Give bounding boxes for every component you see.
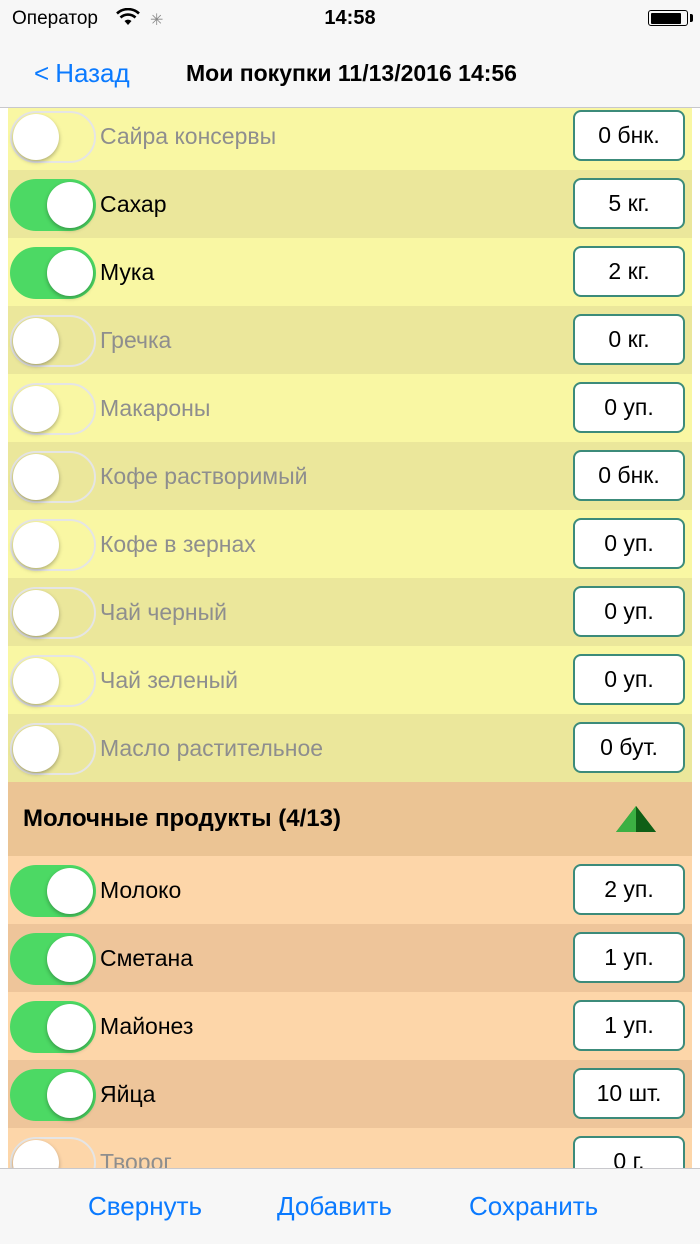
quantity-field[interactable]: 0 уп. [573, 518, 685, 569]
item-label: Чай черный [100, 598, 228, 625]
back-button-label: Назад [55, 58, 130, 88]
quantity-field[interactable]: 2 уп. [573, 864, 685, 915]
toggle-knob [47, 250, 93, 296]
section-title: Молочные продукты (4/13) [23, 805, 341, 832]
toggle-knob [47, 868, 93, 914]
item-label: Молоко [100, 876, 182, 903]
shopping-list[interactable]: Сайра консервы 0 бнк. Сахар 5 кг. Мука 2 кг. Г… [8, 108, 692, 1168]
list-item[interactable]: Сайра консервы 0 бнк. [8, 108, 692, 170]
triangle-up-icon[interactable] [616, 806, 656, 837]
list-item[interactable]: Яйца 10 шт. [8, 1060, 692, 1128]
toggle-knob [13, 1140, 59, 1168]
toggle-knob [13, 454, 59, 500]
quantity-field[interactable]: 2 кг. [573, 246, 685, 297]
item-toggle[interactable] [10, 383, 96, 435]
bottom-toolbar: Свернуть Добавить Сохранить [0, 1168, 700, 1244]
toggle-knob [13, 386, 59, 432]
list-item[interactable]: Творог 0 г. [8, 1128, 692, 1168]
item-label: Гречка [100, 326, 172, 353]
toggle-knob [47, 936, 93, 982]
list-item[interactable]: Мука 2 кг. [8, 238, 692, 306]
collapse-button[interactable]: Свернуть [88, 1191, 202, 1222]
battery-tip [690, 14, 693, 22]
item-label: Мука [100, 258, 155, 285]
item-label: Сметана [100, 944, 194, 971]
add-button[interactable]: Добавить [277, 1191, 392, 1222]
item-label: Кофе растворимый [100, 462, 308, 489]
list-item[interactable]: Чай черный 0 уп. [8, 578, 692, 646]
toggle-knob [13, 522, 59, 568]
list-item[interactable]: Кофе растворимый 0 бнк. [8, 442, 692, 510]
list-item[interactable]: Молоко 2 уп. [8, 856, 692, 924]
list-item[interactable]: Майонез 1 уп. [8, 992, 692, 1060]
section-header[interactable]: Молочные продукты (4/13) [8, 782, 692, 856]
item-toggle[interactable] [10, 315, 96, 367]
item-toggle[interactable] [10, 655, 96, 707]
item-toggle[interactable] [10, 587, 96, 639]
chevron-left-icon: < [34, 58, 50, 88]
item-toggle[interactable] [10, 723, 96, 775]
item-toggle[interactable] [10, 179, 96, 231]
quantity-field[interactable]: 1 уп. [573, 1000, 685, 1051]
save-button[interactable]: Сохранить [469, 1191, 598, 1222]
toggle-knob [47, 1072, 93, 1118]
quantity-field[interactable]: 1 уп. [573, 932, 685, 983]
quantity-field[interactable]: 0 г. [573, 1136, 685, 1168]
item-toggle[interactable] [10, 1069, 96, 1121]
battery-icon [648, 10, 688, 26]
status-bar: Оператор ✳ 14:58 [0, 0, 700, 40]
item-label: Яйца [100, 1080, 156, 1107]
toggle-knob [47, 182, 93, 228]
item-label: Сайра консервы [100, 122, 277, 149]
item-label: Кофе в зернах [100, 530, 256, 557]
item-label: Макароны [100, 394, 211, 421]
list-item[interactable]: Гречка 0 кг. [8, 306, 692, 374]
navigation-bar: < Назад Мои покупки 11/13/2016 14:56 [0, 40, 700, 108]
list-item[interactable]: Макароны 0 уп. [8, 374, 692, 442]
quantity-field[interactable]: 10 шт. [573, 1068, 685, 1119]
item-toggle[interactable] [10, 519, 96, 571]
quantity-field[interactable]: 0 бнк. [573, 450, 685, 501]
item-label: Творог [100, 1148, 172, 1169]
item-toggle[interactable] [10, 865, 96, 917]
item-toggle[interactable] [10, 1137, 96, 1168]
quantity-field[interactable]: 0 кг. [573, 314, 685, 365]
back-button[interactable]: < Назад [34, 58, 130, 89]
toggle-knob [13, 590, 59, 636]
item-toggle[interactable] [10, 451, 96, 503]
toggle-knob [13, 318, 59, 364]
quantity-field[interactable]: 0 уп. [573, 654, 685, 705]
status-time: 14:58 [324, 7, 376, 29]
list-item[interactable]: Масло растительное 0 бут. [8, 714, 692, 782]
quantity-field[interactable]: 5 кг. [573, 178, 685, 229]
list-item[interactable]: Кофе в зернах 0 уп. [8, 510, 692, 578]
item-label: Сахар [100, 190, 167, 217]
item-toggle[interactable] [10, 111, 96, 163]
quantity-field[interactable]: 0 бнк. [573, 110, 685, 161]
list-item[interactable]: Сахар 5 кг. [8, 170, 692, 238]
list-item[interactable]: Чай зеленый 0 уп. [8, 646, 692, 714]
quantity-field[interactable]: 0 бут. [573, 722, 685, 773]
toggle-knob [47, 1004, 93, 1050]
item-label: Масло растительное [100, 734, 324, 761]
toggle-knob [13, 658, 59, 704]
quantity-field[interactable]: 0 уп. [573, 586, 685, 637]
toggle-knob [13, 726, 59, 772]
item-toggle[interactable] [10, 933, 96, 985]
item-label: Майонез [100, 1012, 194, 1039]
item-label: Чай зеленый [100, 666, 238, 693]
item-toggle[interactable] [10, 1001, 96, 1053]
item-toggle[interactable] [10, 247, 96, 299]
toggle-knob [13, 114, 59, 160]
list-item[interactable]: Сметана 1 уп. [8, 924, 692, 992]
quantity-field[interactable]: 0 уп. [573, 382, 685, 433]
page-title: Мои покупки 11/13/2016 14:56 [186, 60, 517, 86]
